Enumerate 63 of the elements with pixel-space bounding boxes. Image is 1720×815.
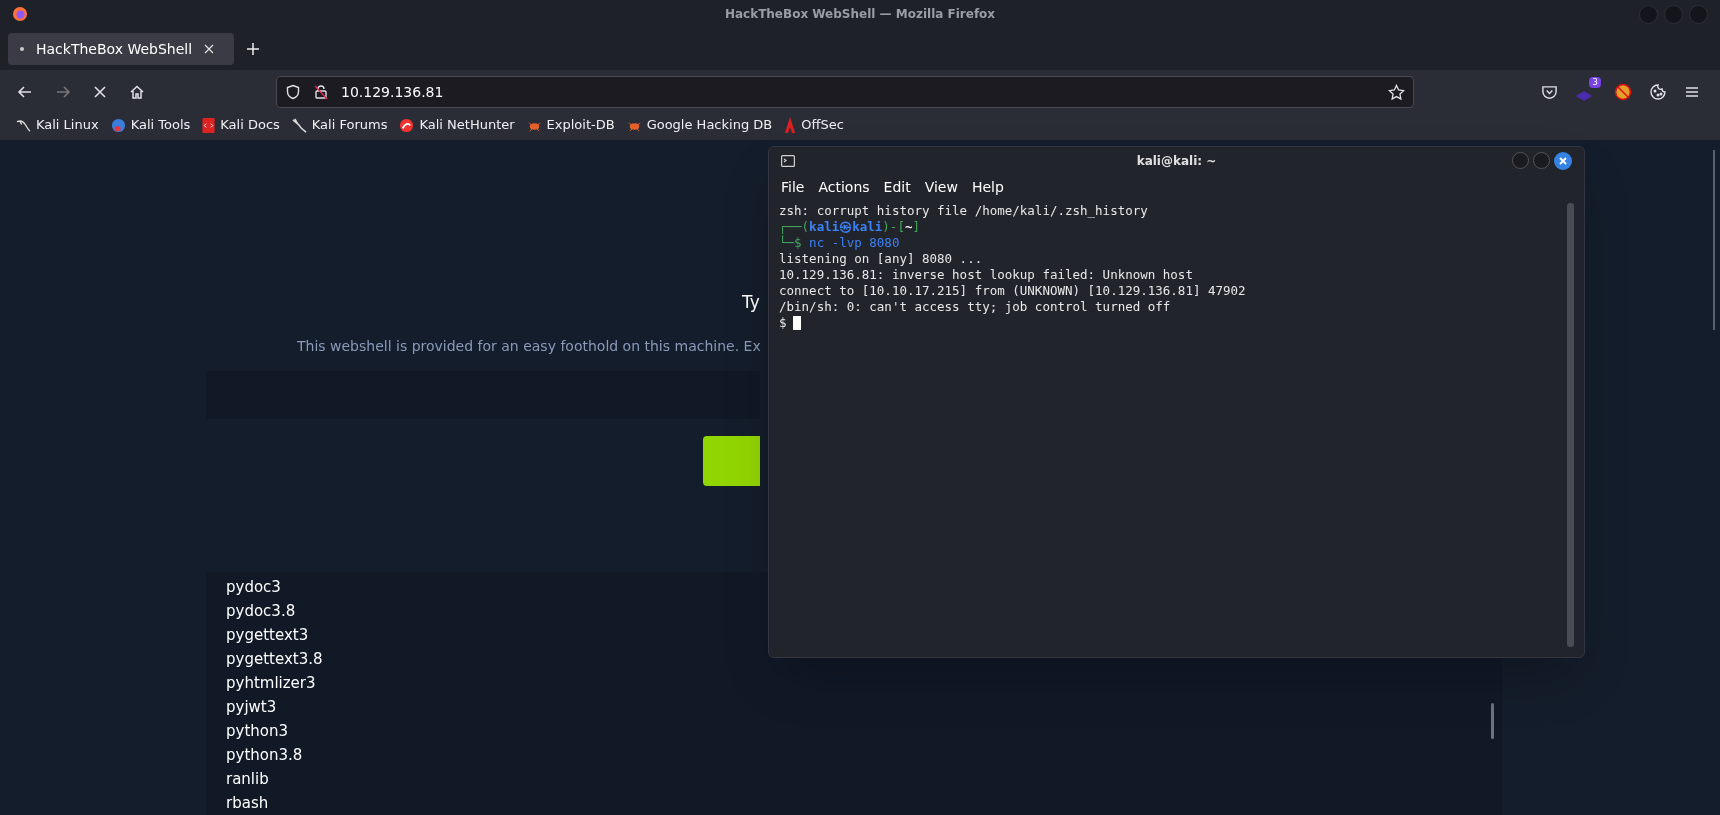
tab-title: HackTheBox WebShell <box>36 39 193 59</box>
pocket-icon[interactable] <box>1541 83 1558 101</box>
output-line: pyhtmlizer3 <box>226 672 317 694</box>
bookmark-link[interactable]: Kali Docs <box>202 115 280 135</box>
terminal-title: kali@kali: ~ <box>1136 153 1217 170</box>
output-line: pygettext3.8 <box>226 648 323 670</box>
menu-item[interactable]: View <box>924 176 958 198</box>
menu-icon[interactable] <box>1684 84 1700 100</box>
menu-item[interactable]: Help <box>971 176 1004 198</box>
output-line: python3 <box>226 720 289 742</box>
bookmark-link[interactable]: Exploit-DB <box>526 115 615 135</box>
description-text: This webshell is provided for an easy foothold on this machine. Ex <box>297 336 761 356</box>
bookmark-link[interactable]: Kali Tools <box>110 115 191 135</box>
page-scrollbar[interactable] <box>1713 150 1715 330</box>
cookie-icon[interactable] <box>1649 83 1667 101</box>
extension-icon <box>1575 89 1593 103</box>
menu-item[interactable]: Edit <box>883 176 911 198</box>
insecure-lock-icon[interactable] <box>313 84 329 100</box>
notification-badge: 3 <box>1589 77 1601 88</box>
bookmark-link[interactable]: Kali Forums <box>291 115 388 135</box>
browser-logo-icon <box>12 6 28 22</box>
terminal-icon <box>781 155 795 167</box>
terminal-command: └─$ nc -lvp 8080 <box>779 235 901 251</box>
document-icon <box>202 117 216 133</box>
menu-item[interactable]: Actions <box>818 176 870 198</box>
browser-tab[interactable]: HackTheBox WebShell <box>8 33 234 65</box>
output-line: pyjwt3 <box>226 696 278 718</box>
terminal-line: listening on [any] 8080 ... <box>779 251 984 267</box>
output-line: ranlib <box>226 768 270 790</box>
terminal-line: zsh: corrupt history file /home/kali/.zsh_history <box>779 203 1149 219</box>
address-bar[interactable]: 10.129.136.81 <box>276 76 1414 108</box>
blocked-extension-icon[interactable] <box>1614 83 1632 101</box>
submit-button[interactable] <box>703 435 760 486</box>
output-line: python3.8 <box>226 744 304 766</box>
close-icon[interactable] <box>204 44 215 54</box>
bookmark-link[interactable]: Google Hacking DB <box>626 115 773 135</box>
shield-icon[interactable] <box>285 84 301 100</box>
page-heading: Ty <box>742 291 760 314</box>
url-text: 10.129.136.81 <box>341 82 444 102</box>
output-line: pydoc3.8 <box>226 600 297 622</box>
terminal-prompt: $ <box>779 315 787 331</box>
scrollbar-thumb[interactable] <box>1491 702 1494 739</box>
terminal-prompt: ┌──(kali㉿kali)-[~] <box>779 219 921 235</box>
stop-icon[interactable] <box>92 84 108 100</box>
text-cursor <box>792 316 801 330</box>
window-title: HackTheBox WebShell — Mozilla Firefox <box>724 6 996 23</box>
output-line: pydoc3 <box>226 576 282 598</box>
bookmark-link[interactable]: OffSec <box>784 115 844 135</box>
bookmark-link[interactable]: Kali NetHunter <box>399 115 515 135</box>
new-tab-icon[interactable] <box>246 42 260 56</box>
output-line: rbash <box>226 792 270 814</box>
flame-icon <box>784 117 797 133</box>
terminal-scrollbar[interactable] <box>1567 203 1574 647</box>
globe-icon <box>110 117 126 133</box>
output-line: pygettext3 <box>226 624 310 646</box>
terminal-line: 10.129.136.81: inverse host lookup failed: Unknown host <box>779 267 1194 283</box>
close-icon[interactable] <box>1554 152 1572 170</box>
terminal-line: /bin/sh: 0: can't access tty; job control turned off <box>779 299 1172 315</box>
terminal-line: connect to [10.10.17.215] from (UNKNOWN) [10.129.136.81] 47902 <box>779 283 1247 299</box>
menu-item[interactable]: File <box>781 176 805 198</box>
home-icon[interactable] <box>128 83 146 101</box>
bookmark-star-icon[interactable] <box>1388 83 1405 101</box>
bookmark-link[interactable]: Kali Linux <box>16 115 99 135</box>
